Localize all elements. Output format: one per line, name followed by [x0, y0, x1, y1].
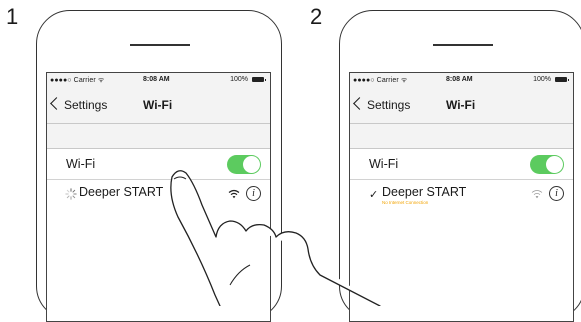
back-button[interactable]: Settings [64, 98, 107, 112]
wifi-weak-icon [531, 190, 543, 199]
wifi-toggle[interactable] [530, 155, 564, 174]
clock: 8:08 AM [446, 76, 473, 83]
nav-bar: Settings Wi-Fi [47, 87, 270, 124]
chevron-left-icon[interactable] [353, 97, 366, 110]
status-bar: ●●●●○ Carrier ᯤ 8:08 AM 100% [47, 73, 270, 87]
toggle-knob [546, 156, 563, 173]
nav-bar: Settings Wi-Fi [350, 87, 573, 124]
clock: 8:08 AM [143, 76, 170, 83]
section-gap [47, 124, 270, 149]
battery-percent: 100% [230, 76, 248, 83]
carrier-label: ●●●●○ Carrier ᯤ [50, 77, 105, 84]
battery-icon [252, 77, 266, 82]
network-name: Deeper START [79, 185, 164, 199]
back-button[interactable]: Settings [367, 98, 410, 112]
status-bar: ●●●●○ Carrier ᯤ 8:08 AM 100% [350, 73, 573, 87]
network-name: Deeper START [382, 185, 467, 199]
spinner-icon [65, 188, 77, 200]
step-number-2: 2 [310, 4, 323, 29]
speaker-grille [130, 44, 190, 46]
nav-title: Wi-Fi [143, 98, 173, 112]
wifi-row-label: Wi-Fi [66, 157, 96, 171]
section-gap [350, 124, 573, 149]
info-icon[interactable]: i [549, 186, 564, 201]
speaker-grille [433, 44, 493, 46]
battery-percent: 100% [533, 76, 551, 83]
step-number-1: 1 [6, 4, 19, 29]
battery-icon [555, 77, 569, 82]
chevron-left-icon[interactable] [50, 97, 63, 110]
nav-title: Wi-Fi [446, 98, 476, 112]
hand-pointer-icon [170, 170, 381, 306]
carrier-label: ●●●●○ Carrier ᯤ [353, 77, 408, 84]
